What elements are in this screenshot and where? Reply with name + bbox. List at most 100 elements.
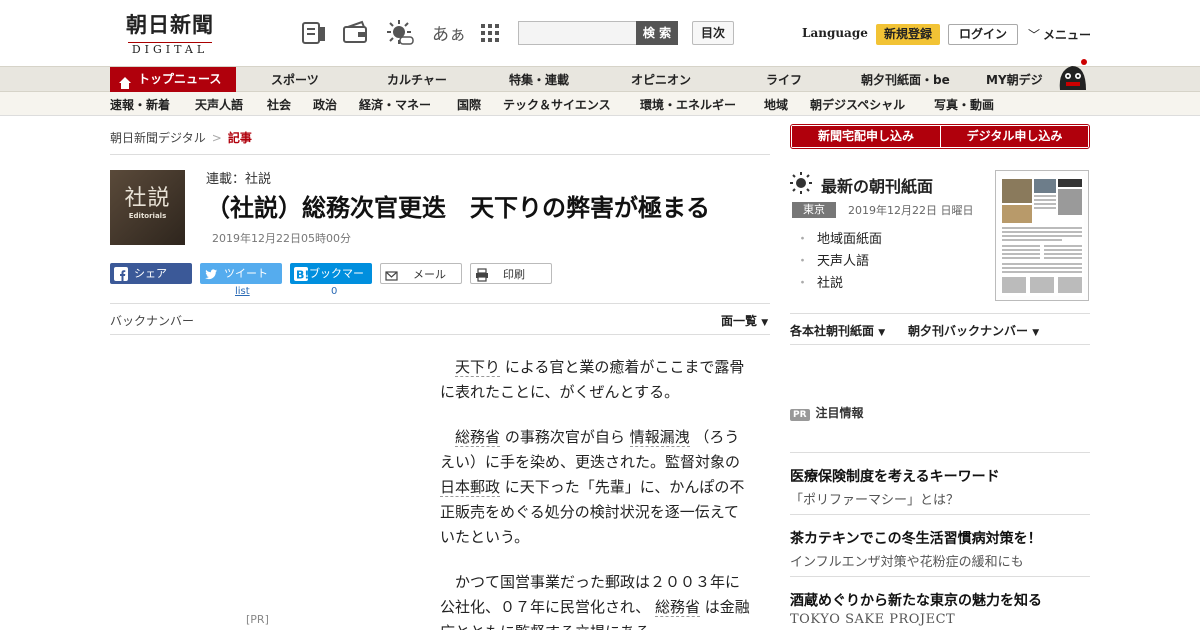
twitter-share-button[interactable]: ツイート xyxy=(200,263,282,284)
mascot-icon xyxy=(1054,56,1090,96)
pr-item-subtitle[interactable]: 「ポリファーマシー」とは？ xyxy=(790,489,959,508)
pr-item-title[interactable]: 茶カテキンでこの冬生活習慣病対策を！ xyxy=(790,528,1042,548)
facebook-share-label: シェア xyxy=(134,267,167,280)
article-paragraph: 天下り による官と業の癒着がここまで露骨に表れたことに、がくぜんとする。 xyxy=(440,355,750,405)
nav-politics[interactable]: 政治 xyxy=(313,96,337,113)
mail-button[interactable]: メール xyxy=(380,263,462,284)
pr-item-title[interactable]: 医療保険制度を考えるキーワード xyxy=(790,466,1000,486)
breadcrumb-home[interactable]: 朝日新聞デジタル xyxy=(110,131,206,145)
nav-my-asadigi[interactable]: MY朝デジ xyxy=(986,71,1043,88)
pr-item-subtitle[interactable]: インフルエンザ対策や花粉症の緩和にも xyxy=(790,551,1024,570)
paper-link[interactable]: ・社説 xyxy=(796,272,843,291)
page-list-label: 面一覧 xyxy=(721,314,758,328)
grid-icon[interactable] xyxy=(478,19,506,47)
menu-label: メニュー xyxy=(1043,28,1092,42)
nav-paper[interactable]: 朝夕刊紙面・be xyxy=(861,71,950,88)
nav-local[interactable]: 地域 xyxy=(764,96,788,113)
keyword-link[interactable]: 日本郵政 xyxy=(440,478,501,497)
nav-international[interactable]: 国際 xyxy=(457,96,481,113)
divider xyxy=(110,303,770,304)
nav-opinion[interactable]: オピニオン xyxy=(631,71,691,88)
keyword-link[interactable]: 総務省 xyxy=(455,428,501,447)
print-button[interactable]: 印刷 xyxy=(470,263,552,284)
breadcrumb-sep: > xyxy=(211,131,222,145)
nav-sports[interactable]: スポーツ xyxy=(271,71,319,88)
editorial-thumbnail: 社説 Editorials xyxy=(110,170,185,245)
hatena-count[interactable]: 0 xyxy=(331,286,337,297)
pr-item-subtitle[interactable]: TOKYO SAKE PROJECT xyxy=(790,612,955,627)
divider xyxy=(110,334,770,335)
divider xyxy=(790,514,1090,515)
article-paragraph: 総務省 の事務次官が自ら 情報漏洩 （ろうえい）に手を染め、更迭された。監督対象… xyxy=(440,425,750,550)
facebook-share-button[interactable]: シェア xyxy=(110,263,192,284)
sun-icon[interactable] xyxy=(386,19,414,47)
twitter-count[interactable]: list xyxy=(235,286,250,297)
divider xyxy=(790,313,1090,314)
nav-breaking[interactable]: 速報・新着 xyxy=(110,96,170,113)
article-title: （社説）総務次官更迭 天下りの弊害が極まる xyxy=(206,194,710,222)
logo-sub: DIGITAL xyxy=(127,42,213,57)
nav-life[interactable]: ライフ xyxy=(766,71,802,88)
twitter-icon xyxy=(204,267,218,281)
digital-subscribe-button[interactable]: デジタル申し込み xyxy=(941,126,1088,147)
newspaper-icon[interactable] xyxy=(300,19,328,47)
nav-environment[interactable]: 環境・エネルギー xyxy=(640,96,736,113)
region-badge: 東京 xyxy=(792,202,836,218)
logo-main: 朝日新聞 xyxy=(126,12,214,37)
nav-special[interactable]: 朝デジスペシャル xyxy=(810,96,905,113)
dropdown-label: 朝夕刊バックナンバー xyxy=(908,324,1029,338)
nav-top-news[interactable]: トップニュース xyxy=(110,67,236,92)
site-logo[interactable]: 朝日新聞 DIGITAL xyxy=(110,12,230,56)
nav-tensei[interactable]: 天声人語 xyxy=(195,96,243,113)
menu-button[interactable]: ﹀ メニュー xyxy=(1028,26,1091,43)
paper-link[interactable]: ・地域面紙面 xyxy=(796,228,882,247)
hatena-icon: B! xyxy=(294,267,309,282)
language-link[interactable]: Language xyxy=(802,26,868,40)
pr-label: [PR] xyxy=(246,613,269,626)
regional-edition-dropdown[interactable]: 各本社朝刊紙面 ▼ xyxy=(790,322,885,339)
back-number-dropdown[interactable]: 朝夕刊バックナンバー ▼ xyxy=(908,322,1039,339)
page-list-dropdown[interactable]: 面一覧 ▼ xyxy=(721,312,768,329)
triangle-down-icon: ▼ xyxy=(761,318,769,328)
chevron-down-icon: ﹀ xyxy=(1028,28,1041,42)
nav-photo[interactable]: 写真・動画 xyxy=(934,96,994,113)
paper-date: 2019年12月22日 日曜日 xyxy=(848,204,974,217)
hatena-bookmark-button[interactable]: B!ブックマーク xyxy=(290,263,372,301)
article-date: 2019年12月22日05時00分 xyxy=(212,232,351,245)
login-button[interactable]: ログイン xyxy=(948,24,1018,45)
sun-icon xyxy=(790,172,812,198)
thumb-small-text: Editorials xyxy=(128,212,167,220)
divider xyxy=(790,576,1090,577)
font-size-icon[interactable]: あぁ xyxy=(432,20,466,45)
paper-subscribe-button[interactable]: 新聞宅配申し込み xyxy=(792,126,940,147)
nav-features[interactable]: 特集・連載 xyxy=(509,71,569,88)
twitter-share-label: ツイート xyxy=(224,267,268,280)
breadcrumb-current: 記事 xyxy=(227,131,252,145)
nav-tech[interactable]: テック＆サイエンス xyxy=(503,96,611,113)
triangle-down-icon: ▼ xyxy=(878,328,886,338)
print-label: 印刷 xyxy=(503,268,525,281)
thumb-big-text: 社説 xyxy=(124,186,171,211)
wallet-icon[interactable] xyxy=(342,19,370,47)
keyword-link[interactable]: 総務省 xyxy=(654,598,700,617)
divider xyxy=(110,154,770,155)
paper-link-label: 社説 xyxy=(817,276,844,291)
pr-section-title: 注目情報 xyxy=(815,406,864,420)
paper-link[interactable]: ・天声人語 xyxy=(796,250,869,269)
nav-culture[interactable]: カルチャー xyxy=(387,71,447,88)
nav-economy[interactable]: 経済・マネー xyxy=(359,96,431,113)
nav-top-news-label: トップニュース xyxy=(138,72,222,86)
search-button[interactable]: 検 索 xyxy=(636,21,678,45)
triangle-down-icon: ▼ xyxy=(1032,328,1040,338)
series-label[interactable]: 連載：社説 xyxy=(206,168,271,187)
index-button[interactable]: 目次 xyxy=(692,21,734,45)
keyword-link[interactable]: 情報漏洩 xyxy=(629,428,690,447)
pr-item-title[interactable]: 酒蔵めぐりから新たな東京の魅力を知る xyxy=(790,590,1042,610)
keyword-link[interactable]: 天下り xyxy=(455,358,501,377)
nav-society[interactable]: 社会 xyxy=(267,96,291,113)
paper-thumbnail[interactable] xyxy=(995,170,1089,301)
signup-button[interactable]: 新規登録 xyxy=(876,24,940,45)
article-paragraph: かつて国営事業だった郵政は２００３年に公社化、０７年に民営化され、 総務省 は金… xyxy=(440,570,750,630)
back-number-label: バックナンバー xyxy=(110,314,195,328)
latest-paper-heading[interactable]: 最新の朝刊紙面 xyxy=(821,173,933,197)
